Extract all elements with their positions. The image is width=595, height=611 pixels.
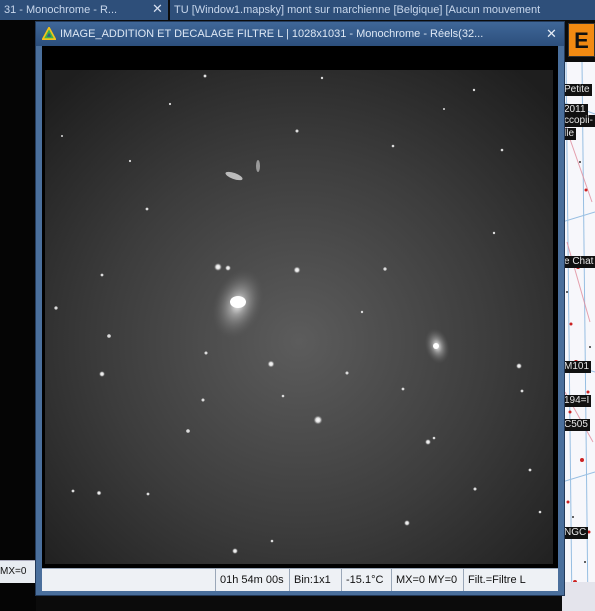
background-tab-monochrome[interactable]: 31 - Monochrome - R... [0, 0, 168, 20]
astro-image-view[interactable] [42, 46, 558, 568]
map-label: M101 [562, 361, 592, 373]
close-button[interactable]: ✕ [543, 25, 560, 42]
background-image-window: MX=0 [0, 20, 36, 611]
close-icon[interactable]: ✕ [152, 1, 163, 17]
map-label: Petite [562, 84, 592, 96]
background-tab-label: TU [Window1.mapsky] mont sur marchienne … [174, 4, 541, 16]
sky-map-panel[interactable]: Petite 2011 ccopii- lle e Chat M101 194=… [562, 62, 595, 611]
binning-status: Bin:1x1 [289, 569, 341, 591]
app-logo-icon [42, 27, 56, 40]
map-label: NGC [562, 527, 589, 539]
background-mouse-position: MX=0 [0, 566, 27, 577]
exposure-time: 01h 54m 00s [215, 569, 289, 591]
map-label: C505 [562, 419, 590, 431]
window-title-bar[interactable]: IMAGE_ADDITION ET DECALAGE FILTRE L | 10… [36, 22, 564, 46]
map-label: ccopii- [562, 115, 595, 127]
map-label: 194=I [562, 395, 592, 407]
close-icon: ✕ [546, 26, 557, 41]
background-tab-map[interactable]: TU [Window1.mapsky] mont sur marchienne … [170, 0, 595, 20]
image-window[interactable]: IMAGE_ADDITION ET DECALAGE FILTRE L | 10… [35, 21, 565, 596]
background-tab-label: 31 - Monochrome - R... [4, 4, 118, 16]
background-status: MX=0 [0, 560, 36, 583]
map-label: e Chat [562, 256, 595, 268]
filter-status: Filt.=Filtre L [463, 569, 543, 591]
temperature-status: -15.1°C [341, 569, 391, 591]
galaxy-field-image [42, 46, 558, 568]
orange-toolbar-button[interactable]: E [568, 23, 595, 57]
window-title: IMAGE_ADDITION ET DECALAGE FILTRE L | 10… [60, 28, 484, 40]
mouse-position-status: MX=0 MY=0 [391, 569, 463, 591]
status-bar: 01h 54m 00s Bin:1x1 -15.1°C MX=0 MY=0 Fi… [42, 568, 558, 591]
